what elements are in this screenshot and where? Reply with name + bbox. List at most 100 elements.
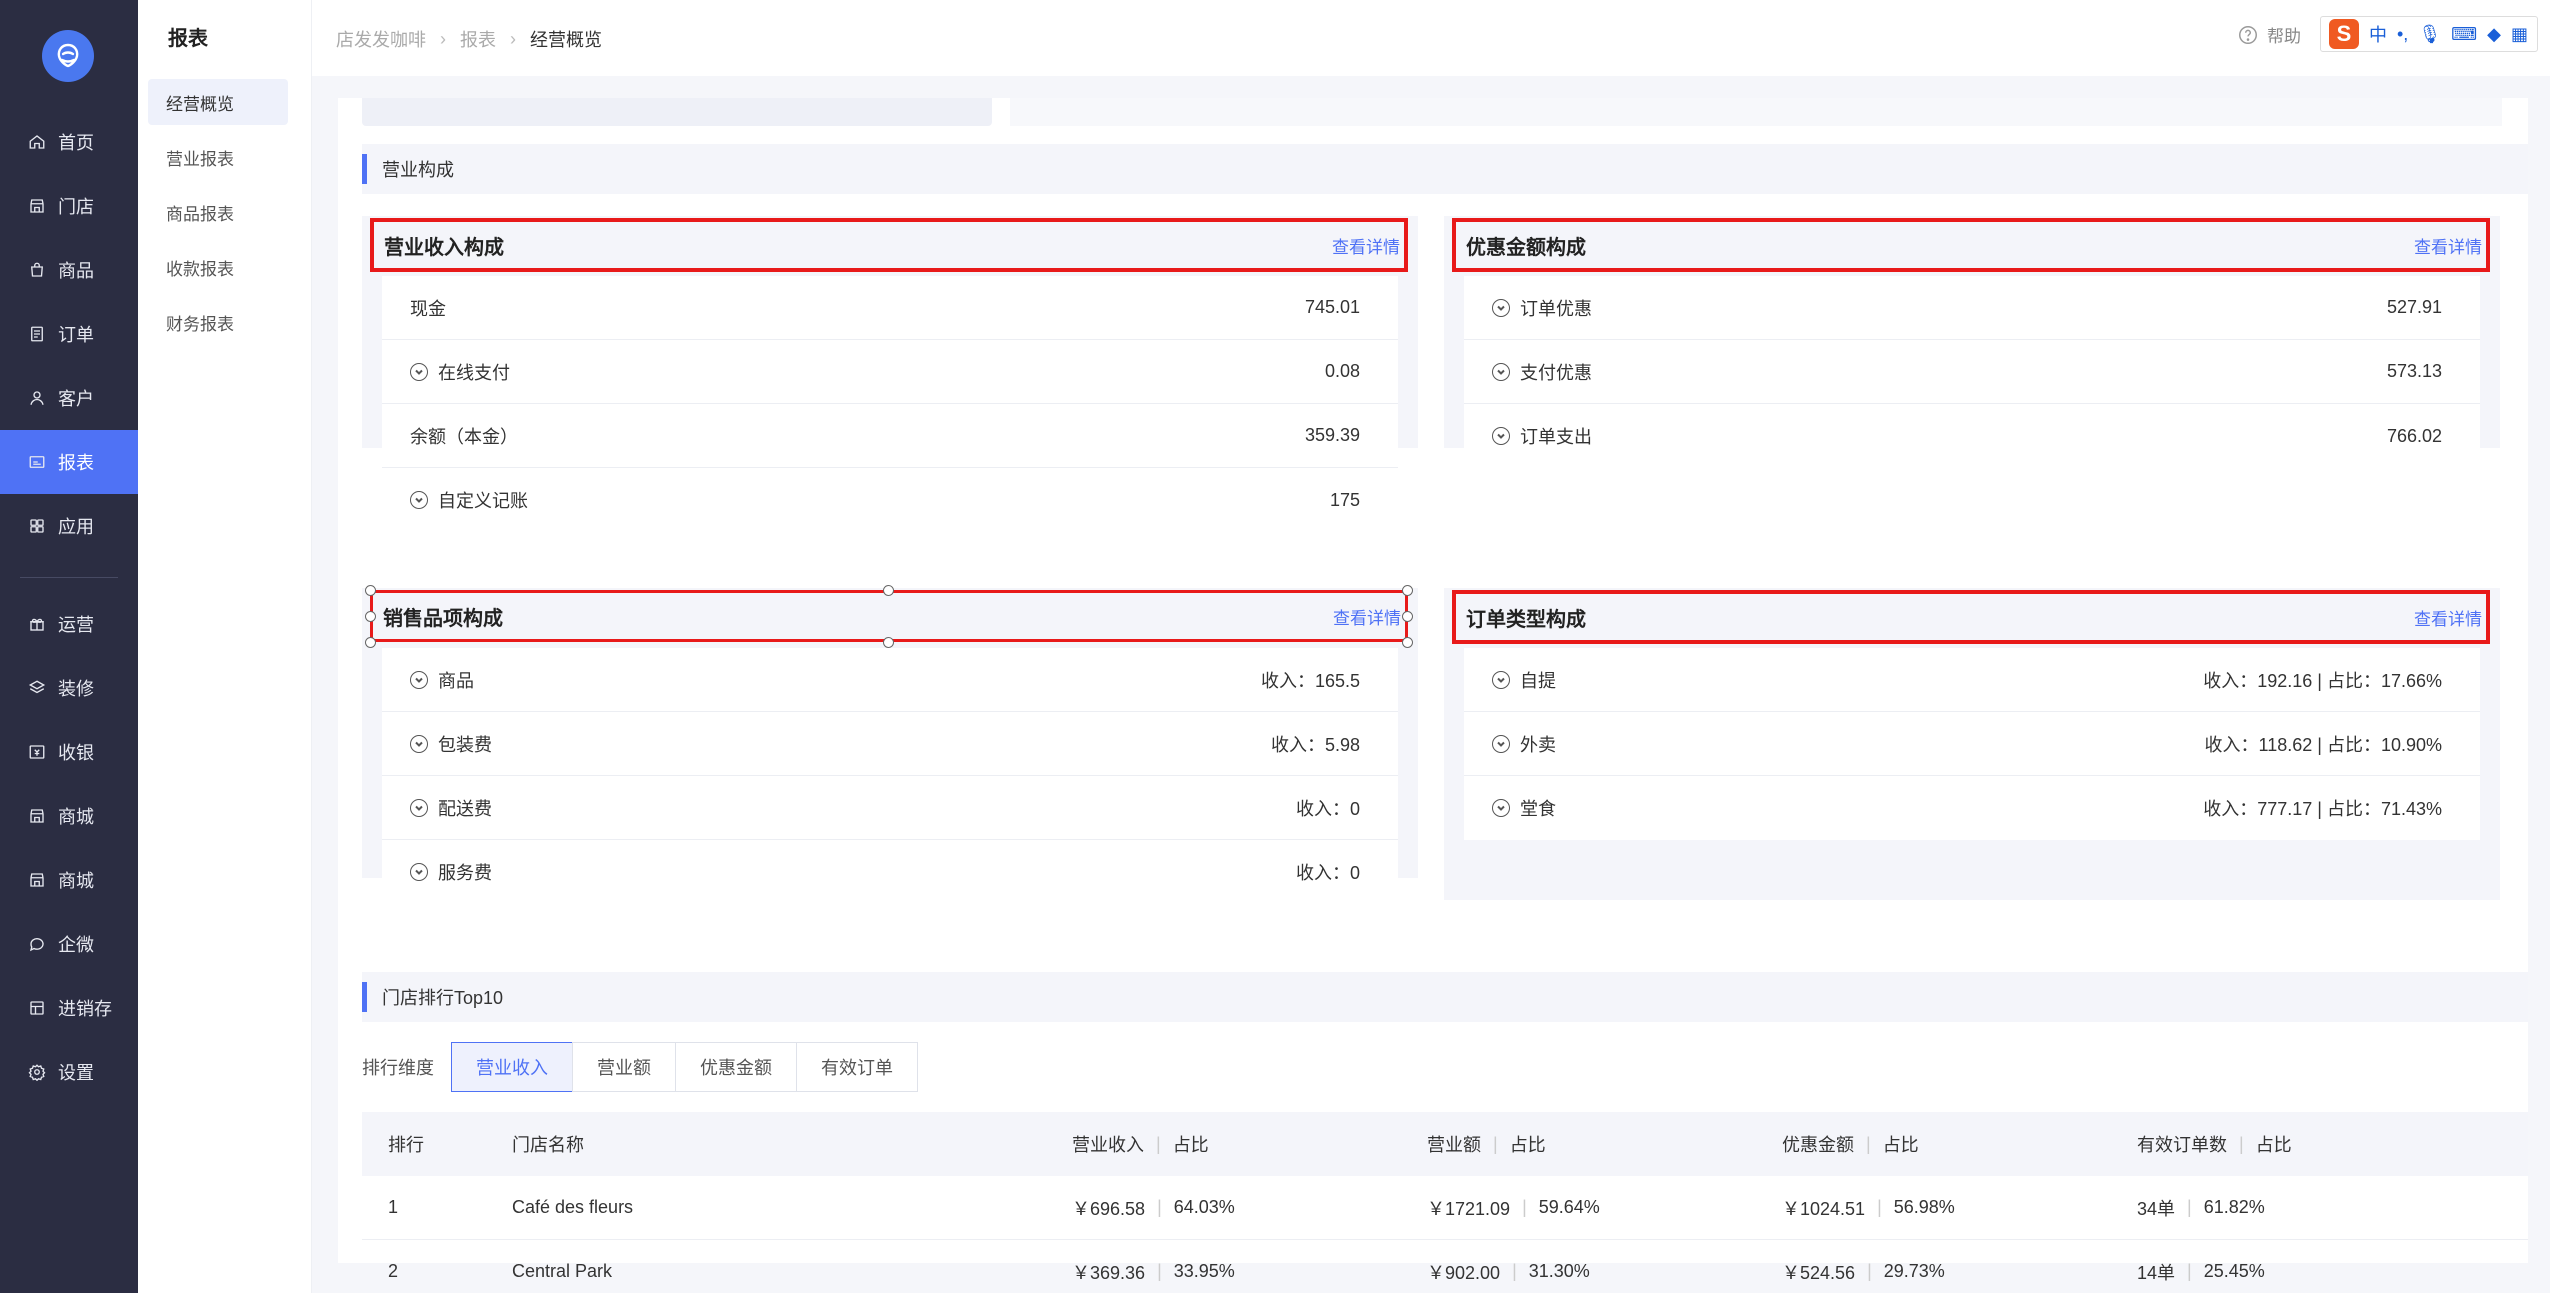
nav-item-14[interactable]: 设置 bbox=[0, 1040, 138, 1104]
nav-item-5[interactable]: 报表 bbox=[0, 430, 138, 494]
dimension-button-revenue[interactable]: 营业收入 bbox=[451, 1042, 573, 1092]
breadcrumb-item-shop[interactable]: 店发发咖啡 bbox=[336, 26, 426, 52]
nav-item-0[interactable]: 首页 bbox=[0, 110, 138, 174]
microphone-icon[interactable]: 🎙 bbox=[2418, 24, 2441, 45]
chevron-down-icon[interactable] bbox=[410, 362, 428, 381]
nav-item-13[interactable]: 进销存 bbox=[0, 976, 138, 1040]
subnav-item-1[interactable]: 营业报表 bbox=[148, 134, 288, 180]
nav-item-2[interactable]: 商品 bbox=[0, 238, 138, 302]
sales-rows: 商品 收入：165.5 包装费 收入：5.98 配送费 收入：0 服务费 收入：0 bbox=[382, 648, 1398, 904]
chevron-down-icon[interactable] bbox=[1492, 298, 1510, 317]
table-row[interactable]: 1 Café des fleurs ￥696.58 | 64.03% ￥1721.09 | 5… bbox=[362, 1176, 2528, 1240]
keyboard-icon[interactable]: ⌨ bbox=[2451, 24, 2477, 45]
ime-lang-label[interactable]: 中 bbox=[2369, 21, 2387, 47]
subnav-item-4[interactable]: 财务报表 bbox=[148, 299, 288, 345]
resize-handle[interactable] bbox=[365, 611, 376, 622]
list-item[interactable]: 商品 收入：165.5 bbox=[382, 648, 1398, 712]
chevron-down-icon[interactable] bbox=[1492, 734, 1510, 753]
sales-card-header[interactable]: 销售品项构成 查看详情 bbox=[370, 590, 1408, 642]
nav-item-1[interactable]: 门店 bbox=[0, 174, 138, 238]
revenue-view-details-link[interactable]: 查看详情 bbox=[1332, 233, 1400, 258]
ranking-table: 排行 门店名称 营业收入 | 占比 营业额 | 占比 优惠金额 | 占比 有效订单数 | 占比 … bbox=[362, 1112, 2528, 1293]
chevron-down-icon[interactable] bbox=[410, 863, 428, 881]
resize-handle[interactable] bbox=[1402, 637, 1413, 648]
resize-handle[interactable] bbox=[883, 637, 894, 648]
list-item-value: 收入：0 bbox=[1295, 798, 1360, 819]
col-revenue: 营业收入 | 占比 bbox=[1072, 1131, 1427, 1157]
list-item[interactable]: 服务费 收入：0 bbox=[382, 840, 1398, 904]
resize-handle[interactable] bbox=[1402, 585, 1413, 596]
sales-view-details-link[interactable]: 查看详情 bbox=[1333, 604, 1401, 629]
order-type-view-details-link[interactable]: 查看详情 bbox=[2414, 605, 2482, 630]
sales-card-title: 销售品项构成 bbox=[383, 607, 503, 630]
list-item[interactable]: 自提 收入：192.16 | 占比：17.66% bbox=[1464, 648, 2480, 712]
dimension-button-discount[interactable]: 优惠金额 bbox=[675, 1042, 797, 1092]
list-item[interactable]: 配送费 收入：0 bbox=[382, 776, 1398, 840]
divider: | bbox=[1493, 1133, 1498, 1154]
list-item[interactable]: 自定义记账 175 bbox=[382, 468, 1398, 532]
chevron-down-icon[interactable] bbox=[1492, 427, 1510, 445]
revenue-composition-card: 营业收入构成 查看详情 现金 745.01 在线支付 0.08 余额（本金） 359.… bbox=[362, 216, 1418, 532]
cell-orders-value: 14单 bbox=[2137, 1262, 2176, 1283]
chevron-down-icon[interactable] bbox=[410, 734, 428, 753]
chevron-down-icon[interactable] bbox=[410, 491, 428, 509]
list-item[interactable]: 在线支付 0.08 bbox=[382, 340, 1398, 404]
resize-handle[interactable] bbox=[883, 585, 894, 596]
list-item[interactable]: 外卖 收入：118.62 | 占比：10.90% bbox=[1464, 712, 2480, 776]
breadcrumb-item-report[interactable]: 报表 bbox=[460, 26, 496, 52]
discount-card-header: 优惠金额构成 查看详情 bbox=[1452, 218, 2490, 272]
list-item[interactable]: 订单优惠 527.91 bbox=[1464, 276, 2480, 340]
grid-icon[interactable]: ▦ bbox=[2511, 24, 2528, 45]
section-ranking-header: 门店排行Top10 bbox=[362, 972, 2528, 1022]
resize-handle[interactable] bbox=[365, 585, 376, 596]
list-item[interactable]: 堂食 收入：777.17 | 占比：71.43% bbox=[1464, 776, 2480, 840]
nav-item-9[interactable]: 收银 bbox=[0, 720, 138, 784]
subnav-item-3[interactable]: 收款报表 bbox=[148, 244, 288, 290]
subnav-item-0[interactable]: 经营概览 bbox=[148, 79, 288, 125]
ime-toolbar[interactable]: S 中 •, 🎙 ⌨ ◆ ▦ bbox=[2320, 16, 2538, 52]
cell-turnover-ratio: 31.30% bbox=[1528, 1261, 1590, 1281]
sogou-s-icon: S bbox=[2329, 19, 2359, 49]
cell-discount-value: ￥1024.51 bbox=[1782, 1198, 1866, 1219]
list-item-label: 服务费 bbox=[438, 863, 492, 883]
chevron-down-icon[interactable] bbox=[1492, 362, 1510, 381]
col-ratio-label: 占比 bbox=[1882, 1135, 1919, 1155]
col-turnover: 营业额 | 占比 bbox=[1427, 1131, 1782, 1157]
chevron-down-icon[interactable] bbox=[1492, 799, 1510, 817]
chevron-down-icon[interactable] bbox=[410, 670, 428, 689]
list-item[interactable]: 包装费 收入：5.98 bbox=[382, 712, 1398, 776]
nav-item-10[interactable]: 商城 bbox=[0, 784, 138, 848]
dimension-button-turnover[interactable]: 营业额 bbox=[572, 1042, 676, 1092]
list-item-label: 外卖 bbox=[1520, 734, 1556, 755]
skin-icon[interactable]: ◆ bbox=[2487, 24, 2501, 45]
cashier-icon bbox=[28, 743, 46, 761]
resize-handle[interactable] bbox=[365, 637, 376, 648]
order-type-rows: 自提 收入：192.16 | 占比：17.66% 外卖 收入：118.62 | 占比… bbox=[1464, 648, 2480, 840]
nav-item-label: 企微 bbox=[58, 935, 94, 955]
nav-item-8[interactable]: 装修 bbox=[0, 656, 138, 720]
list-item-label: 订单支出 bbox=[1520, 427, 1592, 447]
list-item[interactable]: 订单支出 766.02 bbox=[1464, 404, 2480, 468]
col-ratio-label: 占比 bbox=[1509, 1135, 1546, 1155]
nav-item-11[interactable]: 商城 bbox=[0, 848, 138, 912]
nav-item-7[interactable]: 运营 bbox=[0, 592, 138, 656]
app-logo[interactable] bbox=[42, 30, 94, 82]
chevron-down-icon[interactable] bbox=[410, 798, 428, 817]
subnav-item-2[interactable]: 商品报表 bbox=[148, 189, 288, 235]
nav-item-3[interactable]: 订单 bbox=[0, 302, 138, 366]
nav-item-4[interactable]: 客户 bbox=[0, 366, 138, 430]
inventory-icon bbox=[28, 999, 46, 1017]
col-store-name: 门店名称 bbox=[512, 1135, 584, 1155]
discount-rows: 订单优惠 527.91 支付优惠 573.13 订单支出 766.02 bbox=[1464, 276, 2480, 468]
help-button[interactable]: 帮助 bbox=[2237, 22, 2301, 47]
list-item[interactable]: 支付优惠 573.13 bbox=[1464, 340, 2480, 404]
discount-card-title: 优惠金额构成 bbox=[1466, 236, 1586, 259]
dimension-button-orders[interactable]: 有效订单 bbox=[796, 1042, 918, 1092]
punctuation-icon[interactable]: •, bbox=[2397, 24, 2408, 45]
chevron-down-icon[interactable] bbox=[1492, 670, 1510, 689]
nav-item-6[interactable]: 应用 bbox=[0, 494, 138, 558]
table-row[interactable]: 2 Central Park ￥369.36 | 33.95% ￥902.00 | 31.30… bbox=[362, 1240, 2528, 1293]
nav-item-12[interactable]: 企微 bbox=[0, 912, 138, 976]
resize-handle[interactable] bbox=[1402, 611, 1413, 622]
discount-view-details-link[interactable]: 查看详情 bbox=[2414, 233, 2482, 258]
